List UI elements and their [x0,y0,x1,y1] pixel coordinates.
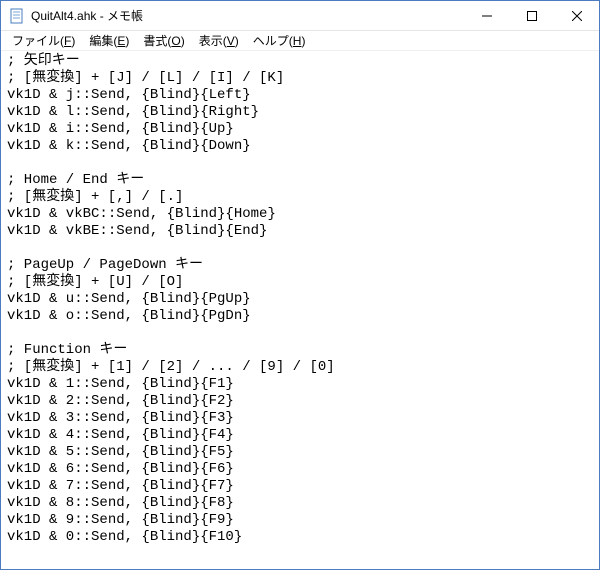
menu-help[interactable]: ヘルプ(H) [246,31,313,50]
maximize-button[interactable] [509,1,554,30]
menu-view[interactable]: 表示(V) [192,31,246,50]
menu-format[interactable]: 書式(O) [136,31,191,50]
window-title: QuitAlt4.ahk - メモ帳 [31,1,464,31]
menu-file[interactable]: ファイル(F) [5,31,82,50]
text-area[interactable]: ; 矢印キー ; [無変換] + [J] / [L] / [I] / [K] v… [1,51,599,569]
window-controls [464,1,599,30]
menubar: ファイル(F) 編集(E) 書式(O) 表示(V) ヘルプ(H) [1,31,599,51]
minimize-button[interactable] [464,1,509,30]
notepad-icon [9,8,25,24]
close-button[interactable] [554,1,599,30]
menu-edit[interactable]: 編集(E) [82,31,136,50]
titlebar[interactable]: QuitAlt4.ahk - メモ帳 [1,1,599,31]
